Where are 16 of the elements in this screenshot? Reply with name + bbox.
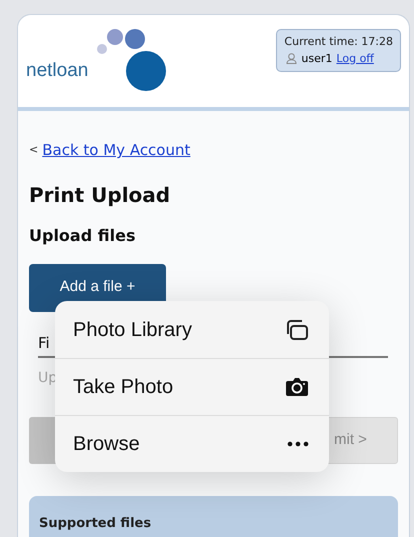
back-arrow: < [29, 142, 38, 158]
logo-text: netloan [26, 58, 88, 82]
menu-item[interactable]: Take Photo [55, 358, 329, 415]
camera-icon [285, 377, 309, 397]
photo-library-icon [285, 318, 309, 340]
user-name: user1 [301, 50, 332, 66]
more-icon [287, 441, 309, 447]
file-label: Fi [37, 332, 51, 354]
info-panel-title: Supported files [39, 515, 152, 533]
menu-item[interactable]: Browse [55, 415, 329, 472]
section-heading: Upload files [29, 224, 136, 246]
page-title: Print Upload [29, 182, 172, 208]
user-icon [286, 53, 298, 64]
log-off-link[interactable]: Log off [336, 50, 374, 67]
current-time: Current time: 17:28 [284, 34, 393, 50]
back-link[interactable]: Back to My Account [42, 139, 190, 162]
